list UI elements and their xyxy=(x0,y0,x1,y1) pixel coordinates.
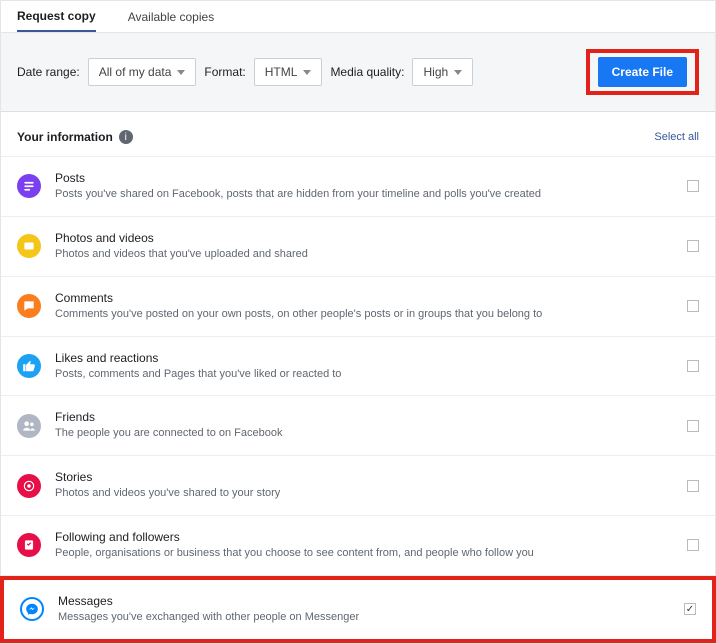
row-label: Stories xyxy=(55,470,673,484)
media-quality-value: High xyxy=(423,65,448,79)
date-range-label: Date range: xyxy=(17,65,80,79)
row-desc: Comments you've posted on your own posts… xyxy=(55,307,673,322)
row-label: Friends xyxy=(55,410,673,424)
row-checkbox[interactable] xyxy=(687,300,699,312)
filter-bar: Date range: All of my data Format: HTML … xyxy=(1,33,715,112)
row-likes-reactions[interactable]: Likes and reactions Posts, comments and … xyxy=(1,337,715,397)
row-desc: Posts you've shared on Facebook, posts t… xyxy=(55,187,673,202)
section-title: Your information xyxy=(17,130,113,144)
row-desc: Posts, comments and Pages that you've li… xyxy=(55,367,673,382)
info-icon[interactable]: i xyxy=(119,130,133,144)
row-desc: Messages you've exchanged with other peo… xyxy=(58,610,670,625)
row-label: Comments xyxy=(55,291,673,305)
row-checkbox[interactable] xyxy=(684,603,696,615)
row-label: Likes and reactions xyxy=(55,351,673,365)
row-desc: Photos and videos that you've uploaded a… xyxy=(55,247,673,262)
friends-icon xyxy=(17,414,41,438)
row-comments[interactable]: Comments Comments you've posted on your … xyxy=(1,277,715,337)
stories-icon xyxy=(17,474,41,498)
caret-down-icon xyxy=(177,70,185,75)
row-photos-videos[interactable]: Photos and videos Photos and videos that… xyxy=(1,217,715,277)
row-desc: The people you are connected to on Faceb… xyxy=(55,426,673,441)
row-desc: People, organisations or business that y… xyxy=(55,546,673,561)
row-label: Following and followers xyxy=(55,530,673,544)
row-checkbox[interactable] xyxy=(687,180,699,192)
select-all-link[interactable]: Select all xyxy=(654,131,699,143)
row-checkbox[interactable] xyxy=(687,240,699,252)
row-desc: Photos and videos you've shared to your … xyxy=(55,486,673,501)
information-list: Posts Posts you've shared on Facebook, p… xyxy=(1,157,715,643)
row-label: Posts xyxy=(55,171,673,185)
posts-icon xyxy=(17,174,41,198)
format-value: HTML xyxy=(265,65,298,79)
tabs: Request copy Available copies xyxy=(1,1,715,33)
row-label: Photos and videos xyxy=(55,231,673,245)
row-posts[interactable]: Posts Posts you've shared on Facebook, p… xyxy=(1,157,715,217)
download-information-panel: Request copy Available copies Date range… xyxy=(0,0,716,644)
date-range-select[interactable]: All of my data xyxy=(88,58,197,86)
date-range-value: All of my data xyxy=(99,65,172,79)
row-following-followers[interactable]: Following and followers People, organisa… xyxy=(1,516,715,576)
comments-icon xyxy=(17,294,41,318)
row-messages[interactable]: Messages Messages you've exchanged with … xyxy=(0,576,716,643)
media-quality-label: Media quality: xyxy=(330,65,404,79)
tab-available-copies[interactable]: Available copies xyxy=(128,1,215,32)
row-checkbox[interactable] xyxy=(687,480,699,492)
photos-icon xyxy=(17,234,41,258)
highlight-create-file: Create File xyxy=(586,49,699,95)
row-checkbox[interactable] xyxy=(687,539,699,551)
format-select[interactable]: HTML xyxy=(254,58,323,86)
create-file-button[interactable]: Create File xyxy=(598,57,687,87)
row-stories[interactable]: Stories Photos and videos you've shared … xyxy=(1,456,715,516)
likes-icon xyxy=(17,354,41,378)
tab-request-copy[interactable]: Request copy xyxy=(17,1,96,32)
row-friends[interactable]: Friends The people you are connected to … xyxy=(1,396,715,456)
row-checkbox[interactable] xyxy=(687,420,699,432)
caret-down-icon xyxy=(303,70,311,75)
section-header: Your information i Select all xyxy=(1,112,715,157)
following-icon xyxy=(17,533,41,557)
row-checkbox[interactable] xyxy=(687,360,699,372)
caret-down-icon xyxy=(454,70,462,75)
format-label: Format: xyxy=(204,65,245,79)
media-quality-select[interactable]: High xyxy=(412,58,473,86)
